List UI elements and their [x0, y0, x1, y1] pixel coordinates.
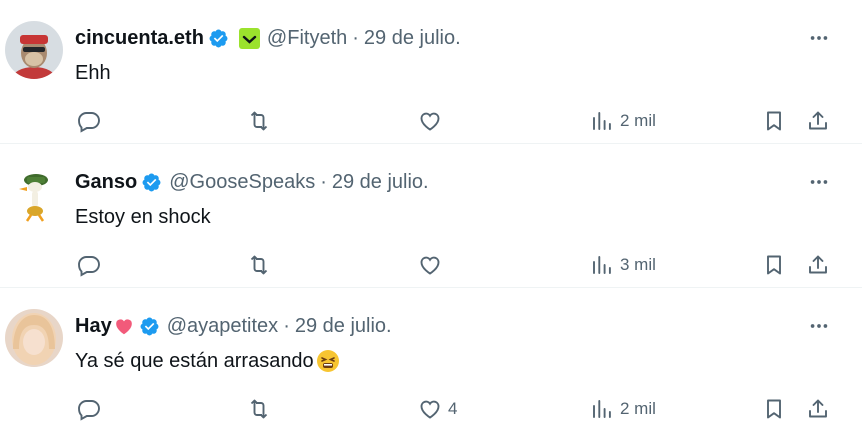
tweet-text: Ehh — [75, 60, 111, 86]
tweet-date[interactable]: 29 de julio. — [295, 315, 392, 338]
reply-button[interactable] — [77, 250, 101, 280]
bookmark-button[interactable] — [762, 250, 786, 280]
action-bar: 3 mil — [0, 250, 862, 280]
tweet[interactable]: Ganso @GooseSpeaks · 29 de julio. Estoy … — [0, 144, 862, 288]
verified-badge-icon — [140, 317, 159, 335]
repost-icon — [250, 255, 268, 275]
view-count: 2 mil — [620, 399, 656, 418]
heart-icon — [420, 400, 440, 419]
heart-icon — [420, 256, 440, 275]
tweet-header: Hay @ayapetitex · 29 de julio. — [75, 313, 392, 339]
action-bar: 2 mil — [0, 106, 862, 136]
share-icon — [809, 399, 827, 418]
verified-badge-icon — [209, 29, 228, 47]
goose-avatar-icon — [5, 165, 63, 223]
avatar[interactable] — [5, 21, 63, 79]
tweet-text-content: Ya sé que están arrasando — [75, 350, 314, 372]
bookmark-icon — [767, 111, 781, 131]
reply-icon — [78, 400, 100, 421]
verified-badge-icon — [142, 173, 161, 191]
separator-dot: · — [283, 314, 290, 337]
pink-heart-icon — [115, 319, 132, 335]
views-chart-icon — [593, 112, 611, 130]
tweet-text-content: Estoy en shock — [75, 206, 211, 228]
view-count: 2 mil — [620, 111, 656, 130]
like-count: 4 — [448, 399, 458, 418]
tired-face-emoji-icon — [316, 350, 339, 372]
repost-icon — [250, 111, 268, 131]
tweet-date[interactable]: 29 de julio. — [332, 171, 429, 194]
views-chart-icon — [593, 256, 611, 274]
repost-icon — [250, 399, 268, 419]
reply-button[interactable] — [77, 394, 101, 424]
like-button[interactable] — [418, 250, 448, 280]
tweet-header: Ganso @GooseSpeaks · 29 de julio. — [75, 169, 429, 195]
author-name[interactable]: Ganso — [75, 171, 137, 194]
more-options-button[interactable] — [806, 169, 832, 195]
views-chart-icon — [593, 400, 611, 418]
author-name[interactable]: Hay — [75, 315, 112, 338]
reply-icon — [78, 112, 100, 133]
reply-icon — [78, 256, 100, 277]
tweet-date[interactable]: 29 de julio. — [364, 27, 461, 50]
ape-avatar-icon — [5, 21, 63, 79]
views-button[interactable]: 3 mil — [590, 250, 656, 280]
more-options-button[interactable] — [806, 25, 832, 51]
bookmark-icon — [767, 255, 781, 275]
heart-icon — [420, 112, 440, 131]
separator-dot: · — [352, 26, 359, 49]
tweet-header: cincuenta.eth @Fityeth · 29 de julio. — [75, 25, 461, 51]
bookmark-button[interactable] — [762, 106, 786, 136]
bookmark-icon — [767, 399, 781, 419]
view-count: 3 mil — [620, 255, 656, 274]
tweet[interactable]: Hay @ayapetitex · 29 de julio. Ya sé que… — [0, 288, 862, 443]
like-button[interactable] — [418, 106, 448, 136]
author-name[interactable]: cincuenta.eth — [75, 27, 204, 50]
more-icon — [810, 180, 828, 184]
author-handle[interactable]: @Fityeth — [267, 27, 347, 50]
share-icon — [809, 111, 827, 130]
share-icon — [809, 255, 827, 274]
bookmark-button[interactable] — [762, 394, 786, 424]
lime-face-badge-icon — [238, 27, 260, 49]
repost-button[interactable] — [247, 250, 271, 280]
more-icon — [810, 36, 828, 40]
reply-feed: cincuenta.eth @Fityeth · 29 de julio. Eh… — [0, 0, 862, 443]
author-handle[interactable]: @GooseSpeaks — [169, 171, 315, 194]
separator-dot: · — [320, 170, 327, 193]
reply-button[interactable] — [77, 106, 101, 136]
repost-button[interactable] — [247, 394, 271, 424]
views-button[interactable]: 2 mil — [590, 106, 656, 136]
like-button[interactable]: 4 — [418, 394, 457, 424]
author-handle[interactable]: @ayapetitex — [167, 315, 278, 338]
avatar[interactable] — [5, 309, 63, 367]
share-button[interactable] — [806, 106, 830, 136]
views-button[interactable]: 2 mil — [590, 394, 656, 424]
share-button[interactable] — [806, 250, 830, 280]
tweet-text: Estoy en shock — [75, 204, 211, 230]
more-options-button[interactable] — [806, 313, 832, 339]
more-icon — [810, 324, 828, 328]
tweet[interactable]: cincuenta.eth @Fityeth · 29 de julio. Eh… — [0, 0, 862, 144]
tweet-text-content: Ehh — [75, 62, 111, 84]
user-photo-avatar-icon — [5, 309, 63, 367]
repost-button[interactable] — [247, 106, 271, 136]
avatar[interactable] — [5, 165, 63, 223]
tweet-text: Ya sé que están arrasando — [75, 348, 340, 374]
share-button[interactable] — [806, 394, 830, 424]
action-bar: 4 2 mil — [0, 394, 862, 424]
